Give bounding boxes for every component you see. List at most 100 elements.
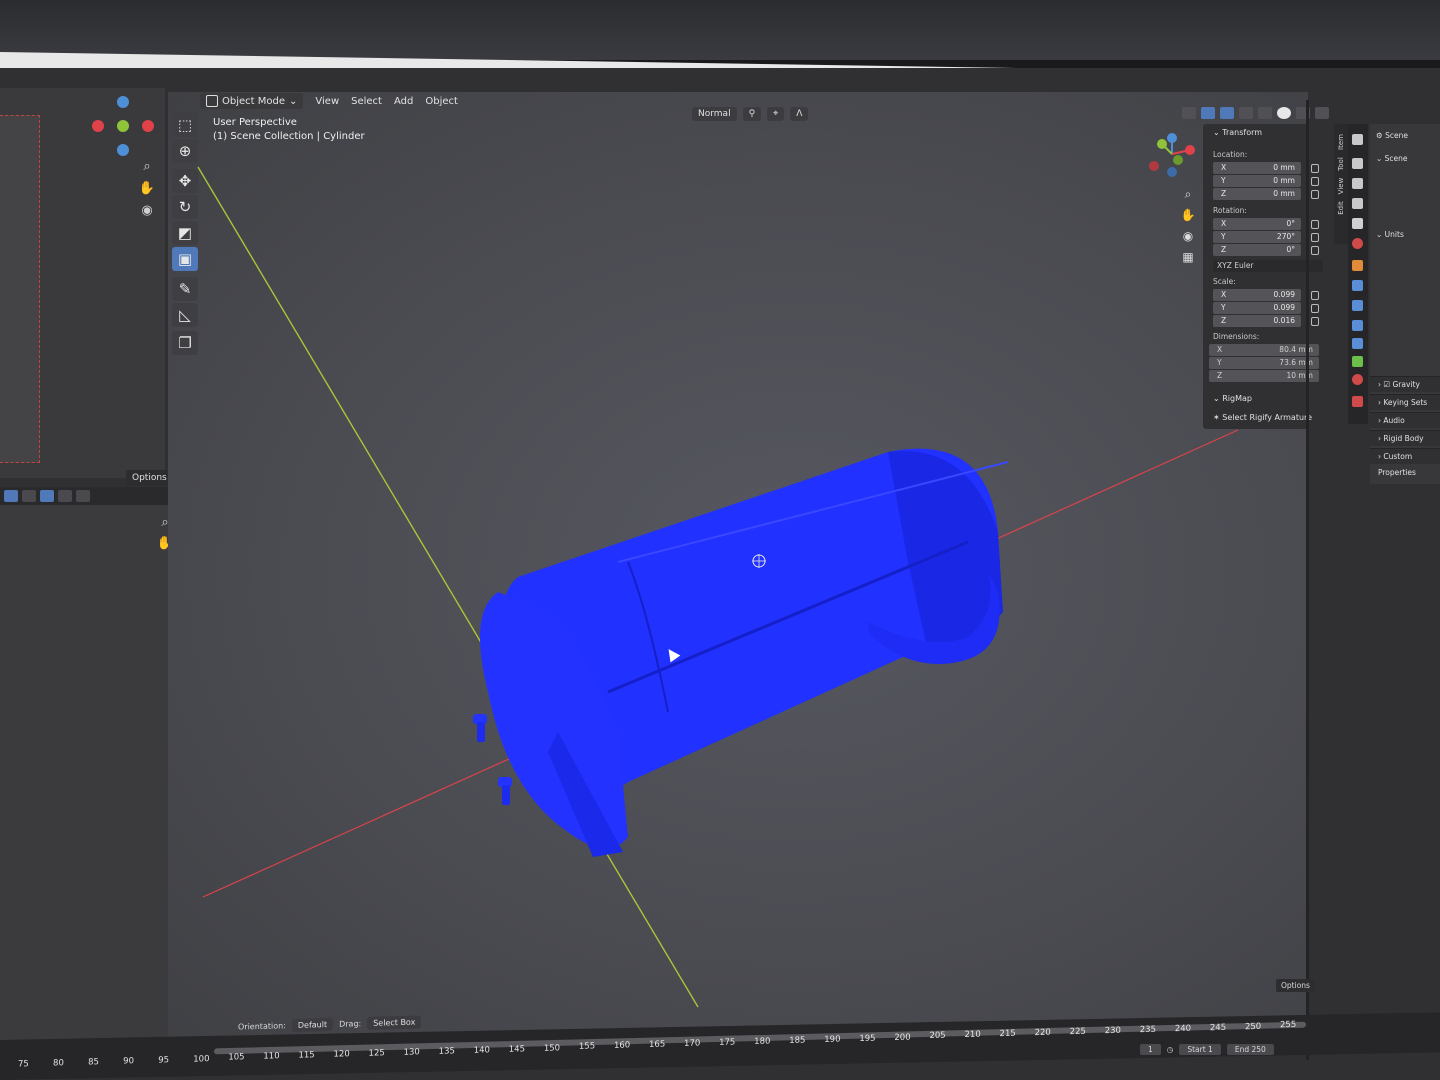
object-mode-dropdown[interactable]: Object Mode ⌄: [200, 93, 304, 109]
wireframe-shading-icon[interactable]: [1258, 107, 1272, 119]
left-navigation-gizmo[interactable]: [92, 96, 154, 158]
shading-icon[interactable]: [40, 490, 54, 502]
cursor-tool-icon[interactable]: ⊕: [172, 139, 198, 163]
particles-icon[interactable]: [1352, 300, 1363, 311]
transform-tool-icon[interactable]: ▣: [172, 247, 198, 271]
drag-dropdown[interactable]: Select Box: [367, 1015, 422, 1030]
lock-icon[interactable]: [1311, 177, 1319, 186]
render-properties-icon[interactable]: [1352, 158, 1363, 169]
scene-section-header[interactable]: ⌄ Scene: [1376, 154, 1408, 163]
rigmap-header[interactable]: ⌄ RigMap: [1213, 394, 1252, 403]
modifier-wrench-icon[interactable]: [1352, 280, 1363, 291]
lock-icon[interactable]: [1311, 233, 1319, 242]
scale-z-field[interactable]: Z 0.016: [1213, 315, 1301, 327]
rotate-tool-icon[interactable]: ↻: [172, 195, 198, 219]
select-rigify-button[interactable]: ✶ Select Rigify Armature: [1213, 413, 1312, 422]
hand-icon[interactable]: ✋: [1180, 207, 1196, 223]
neg-x-axis-dot[interactable]: [142, 120, 154, 132]
wireframe-icon[interactable]: [58, 490, 72, 502]
orientation-dropdown[interactable]: Default: [291, 1017, 334, 1033]
pivot-icon[interactable]: ⚲: [742, 107, 762, 121]
camera-icon[interactable]: ◉: [1180, 228, 1196, 244]
location-x-field[interactable]: X 0 mm: [1213, 162, 1301, 174]
navigation-gizmo[interactable]: [1144, 132, 1204, 192]
tab-edit[interactable]: Edit: [1337, 195, 1345, 221]
zoom-icon[interactable]: ⌕: [1180, 186, 1196, 202]
rotation-x-field[interactable]: X 0°: [1213, 218, 1301, 230]
units-section-header[interactable]: ⌄ Units: [1376, 230, 1404, 239]
physics-icon[interactable]: [1352, 320, 1363, 331]
xray-icon[interactable]: [1239, 107, 1253, 119]
material-icon[interactable]: [1352, 374, 1363, 385]
scale-y-field[interactable]: Y 0.099: [1213, 302, 1301, 314]
move-tool-icon[interactable]: ✥: [172, 169, 198, 193]
scene-properties-icon[interactable]: [1352, 218, 1363, 229]
menu-view[interactable]: View: [315, 96, 339, 107]
lock-icon[interactable]: [1311, 190, 1319, 199]
proportional-edit-icon[interactable]: Λ: [790, 107, 809, 121]
lock-icon[interactable]: [1311, 246, 1319, 255]
neg-z-axis-dot[interactable]: [117, 144, 129, 156]
clock-icon[interactable]: ◷: [1167, 1045, 1174, 1054]
dimension-z-field[interactable]: Z 10 mm: [1209, 370, 1319, 382]
transform-header[interactable]: ⌄ Transform: [1213, 128, 1262, 137]
visibility-icon[interactable]: [1182, 107, 1196, 119]
constraints-icon[interactable]: [1352, 338, 1363, 349]
scale-x-field[interactable]: X 0.099: [1213, 289, 1301, 301]
zoom-icon[interactable]: ⌕: [138, 158, 156, 176]
x-axis-dot[interactable]: [92, 120, 104, 132]
gizmo-toggle-icon[interactable]: [1201, 107, 1215, 119]
lock-icon[interactable]: [1311, 304, 1319, 313]
lock-icon[interactable]: [1311, 164, 1319, 173]
view-icon[interactable]: [4, 490, 18, 502]
view-layer-icon[interactable]: [1352, 198, 1363, 209]
current-frame-field[interactable]: 1: [1140, 1044, 1161, 1055]
menu-object[interactable]: Object: [425, 96, 458, 107]
measure-tool-icon[interactable]: ◺: [172, 303, 198, 327]
dimension-y-field[interactable]: Y 73.6 mm: [1209, 357, 1319, 369]
select-box-tool-icon[interactable]: ⬚: [172, 113, 198, 137]
texture-icon[interactable]: [1352, 396, 1363, 407]
rigid-body-world-panel[interactable]: › Rigid Body World: [1370, 430, 1440, 459]
add-cube-tool-icon[interactable]: ❐: [172, 331, 198, 355]
world-properties-icon[interactable]: [1352, 238, 1363, 249]
keying-sets-panel[interactable]: › Keying Sets: [1370, 394, 1440, 410]
tool-properties-icon[interactable]: [1352, 134, 1363, 145]
menu-select[interactable]: Select: [351, 96, 382, 107]
object-properties-icon[interactable]: [1352, 260, 1363, 271]
rendered-shading-icon[interactable]: [1315, 107, 1329, 119]
y-axis-dot[interactable]: [117, 120, 129, 132]
custom-properties-panel[interactable]: › Custom Properties: [1370, 448, 1440, 477]
left-options-button[interactable]: Options: [126, 470, 173, 486]
annotate-tool-icon[interactable]: ✎: [172, 277, 198, 301]
object-data-icon[interactable]: [1352, 356, 1363, 367]
scale-tool-icon[interactable]: ◩: [172, 221, 198, 245]
left-lower-viewport[interactable]: [0, 505, 178, 1045]
camera-icon[interactable]: ◉: [138, 202, 156, 220]
audio-panel[interactable]: › Audio: [1370, 412, 1440, 428]
overlay-toggle-icon[interactable]: [1220, 107, 1234, 119]
menu-add[interactable]: Add: [394, 96, 413, 107]
grid-icon[interactable]: ▦: [1180, 249, 1196, 265]
area-divider[interactable]: [1306, 100, 1309, 1060]
orientation-dropdown[interactable]: Normal: [692, 107, 737, 121]
output-properties-icon[interactable]: [1352, 178, 1363, 189]
dimension-x-field[interactable]: X 80.4 mm: [1209, 344, 1319, 356]
gravity-panel[interactable]: › ☑ Gravity: [1370, 376, 1440, 392]
screw-top: [473, 714, 487, 742]
solid-shading-icon[interactable]: [1277, 107, 1291, 119]
solid-icon[interactable]: [76, 490, 90, 502]
overlay-icon[interactable]: [22, 490, 36, 502]
location-z-field[interactable]: Z 0 mm: [1213, 188, 1301, 200]
lock-icon[interactable]: [1311, 220, 1319, 229]
rotation-y-field[interactable]: Y 270°: [1213, 231, 1301, 243]
location-y-field[interactable]: Y 0 mm: [1213, 175, 1301, 187]
lock-icon[interactable]: [1311, 317, 1319, 326]
end-frame-field[interactable]: End 250: [1226, 1044, 1274, 1055]
snap-icon[interactable]: ⌖: [767, 107, 785, 121]
start-frame-field[interactable]: Start 1: [1179, 1044, 1221, 1055]
lock-icon[interactable]: [1311, 291, 1319, 300]
hand-icon[interactable]: ✋: [138, 180, 156, 198]
z-axis-dot[interactable]: [117, 96, 129, 108]
rotation-z-field[interactable]: Z 0°: [1213, 244, 1301, 256]
